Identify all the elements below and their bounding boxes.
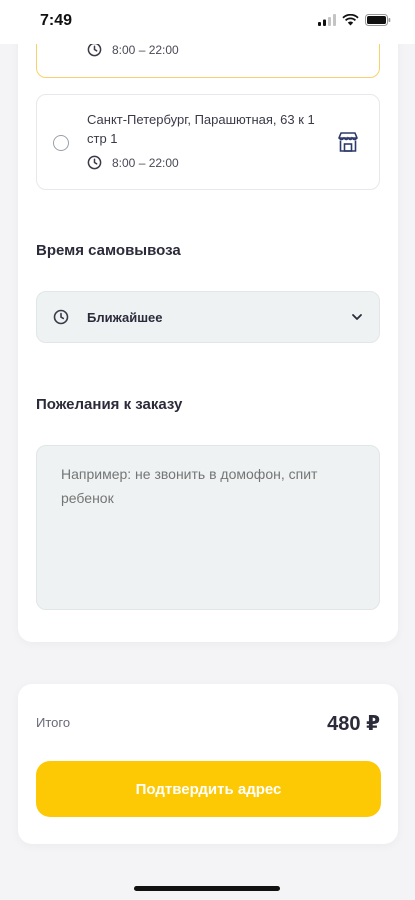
pickup-time-select[interactable]: Ближайшее — [36, 291, 380, 343]
clock-icon — [87, 155, 102, 170]
order-wishes-input[interactable] — [36, 445, 380, 610]
clock-icon — [87, 42, 102, 57]
store-radio[interactable] — [53, 135, 69, 151]
store-hours: 8:00 – 22:00 — [87, 42, 179, 57]
store-hours-text: 8:00 – 22:00 — [112, 42, 179, 57]
total-label: Итого — [36, 715, 71, 730]
store-hours-text: 8:00 – 22:00 — [112, 155, 179, 170]
home-indicator — [134, 886, 280, 891]
wifi-icon — [342, 14, 359, 26]
pickup-time-title: Время самовывоза — [36, 242, 181, 259]
order-summary-card: Итого 480 ₽ Подтвердить адрес — [18, 684, 398, 844]
total-value: 480 ₽ — [327, 713, 380, 735]
chevron-down-icon — [352, 314, 362, 320]
battery-icon — [365, 14, 391, 26]
store-hours: 8:00 – 22:00 — [87, 155, 179, 170]
confirm-address-button[interactable]: Подтвердить адрес — [36, 761, 381, 817]
status-icons — [318, 14, 391, 26]
clock-icon — [53, 309, 69, 325]
status-bar: 7:49 — [0, 0, 415, 44]
store-icon — [338, 132, 358, 152]
order-wishes-title: Пожелания к заказу — [36, 396, 183, 413]
store-option[interactable]: Санкт-Петербург, Парашютная, 63 к 1 стр … — [36, 94, 380, 190]
status-time: 7:49 — [40, 12, 73, 29]
signal-icon — [318, 14, 336, 26]
pickup-time-value: Ближайшее — [87, 309, 163, 325]
store-address: Санкт-Петербург, Парашютная, 63 к 1 стр … — [87, 112, 315, 146]
